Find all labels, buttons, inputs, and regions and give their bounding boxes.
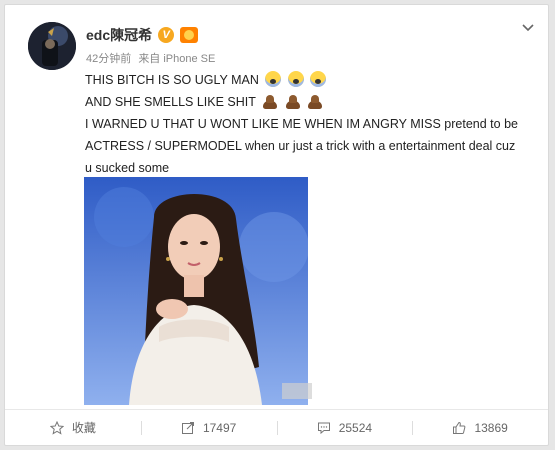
- fear-face-emoji-icon: [310, 71, 327, 87]
- like-count: 13869: [474, 420, 508, 435]
- avatar[interactable]: [28, 22, 76, 70]
- vip-medal-icon: [180, 27, 199, 43]
- star-icon: [49, 420, 64, 435]
- poop-emoji-icon: [285, 93, 301, 109]
- post-meta: 42分钟前 来自 iPhone SE: [86, 50, 219, 66]
- repost-icon: [181, 421, 194, 434]
- username[interactable]: edc陳冠希: [86, 25, 152, 45]
- chevron-down-icon[interactable]: [522, 19, 534, 35]
- photo-image: [84, 177, 308, 405]
- repost-count: 17497: [202, 420, 237, 435]
- post-timestamp[interactable]: 42分钟前: [86, 53, 131, 65]
- post-line-1: THIS BITCH IS SO UGLY MAN: [85, 69, 525, 91]
- weibo-post-card: edc陳冠希 V 42分钟前 来自 iPhone SE THIS BITCH I…: [4, 4, 549, 446]
- post-source: 来自 iPhone SE: [138, 53, 216, 65]
- thumbs-up-icon: [453, 421, 466, 434]
- fear-face-emoji-icon: [287, 71, 304, 87]
- like-button[interactable]: 13869: [412, 410, 548, 445]
- watermark-blur: [282, 383, 312, 399]
- comment-count: 25524: [338, 420, 373, 435]
- comment-button[interactable]: 25524: [276, 410, 413, 445]
- verified-v-icon: V: [158, 27, 175, 43]
- favorite-label: 收藏: [71, 421, 96, 435]
- poop-emoji-icon: [307, 93, 323, 109]
- favorite-button[interactable]: 收藏: [5, 410, 141, 445]
- post-action-bar: 收藏 17497 25524 13869: [5, 409, 548, 445]
- user-info-row: edc陳冠希 V: [86, 25, 199, 45]
- comment-icon: [317, 422, 330, 434]
- post-photo[interactable]: [84, 177, 308, 405]
- post-body: THIS BITCH IS SO UGLY MAN AND SHE SMELLS…: [85, 69, 525, 179]
- poop-emoji-icon: [262, 93, 278, 109]
- post-line-2-text: AND SHE SMELLS LIKE SHIT: [85, 95, 256, 109]
- post-line-3: I WARNED U THAT U WONT LIKE ME WHEN IM A…: [85, 117, 518, 175]
- post-line-1-text: THIS BITCH IS SO UGLY MAN: [85, 73, 259, 87]
- post-line-2: AND SHE SMELLS LIKE SHIT: [85, 91, 525, 113]
- fear-face-emoji-icon: [265, 71, 282, 87]
- avatar-image: [28, 22, 76, 70]
- repost-button[interactable]: 17497: [140, 410, 277, 445]
